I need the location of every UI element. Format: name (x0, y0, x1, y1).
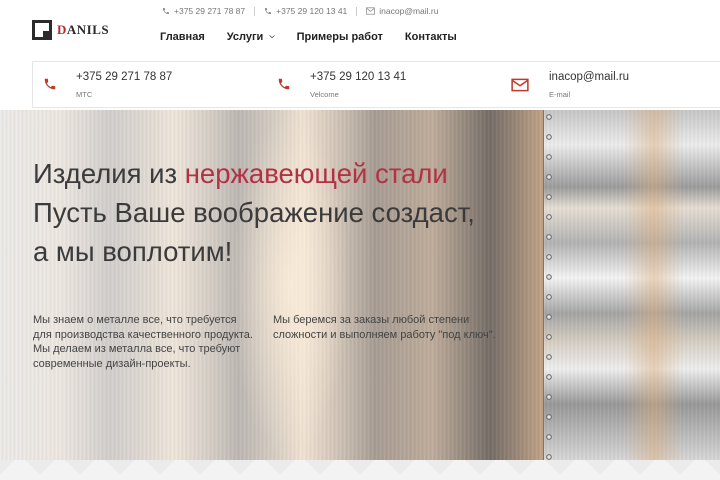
chevron-down-icon: ⌵ (269, 33, 275, 40)
hero-title-highlight: нержавеющей стали (184, 158, 448, 189)
rivets-decoration (544, 112, 554, 460)
mail-icon (511, 78, 529, 92)
topbar-email-text: inacop@mail.ru (379, 6, 439, 16)
mail-icon (366, 7, 376, 15)
bottom-pattern-strip (0, 460, 720, 480)
hero-paragraph-2: Мы беремся за заказы любой степени сложн… (273, 314, 496, 341)
contact-value: +375 29 271 78 87 (76, 71, 173, 83)
phone-icon (163, 8, 169, 14)
topbar-phone-2-text: +375 29 120 13 41 (276, 6, 348, 16)
nav-item-services[interactable]: Услуги ⌵ (227, 31, 275, 43)
phone-icon (44, 78, 56, 90)
logo-mark-icon (32, 20, 52, 40)
divider (356, 6, 358, 16)
site-header: DANILS +375 29 271 78 87 +375 29 120 13 … (0, 0, 720, 110)
nav-item-portfolio[interactable]: Примеры работ (297, 31, 383, 43)
topbar-phone-2[interactable]: +375 29 120 13 41 (264, 6, 347, 16)
divider (254, 6, 256, 16)
topbar-phone-1-text: +375 29 271 78 87 (174, 6, 246, 16)
nav-item-home[interactable]: Главная (160, 31, 205, 43)
metal-plate-image (543, 110, 720, 460)
contact-label: МТС (76, 90, 93, 99)
hero-banner: Изделия из нержавеющей стали Пусть Ваше … (0, 110, 720, 460)
contact-label: Velcome (310, 90, 339, 99)
topbar-email[interactable]: inacop@mail.ru (366, 6, 438, 16)
hero-paragraph-1: Мы знаем о металле все, что требуется дл… (33, 314, 253, 370)
contact-strip: +375 29 271 78 87 МТС +375 29 120 13 41 … (32, 61, 720, 108)
logo-text: DANILS (57, 22, 110, 37)
contact-label: E-mail (549, 90, 571, 99)
contact-value: +375 29 120 13 41 (310, 71, 407, 83)
top-contact-bar: +375 29 271 78 87 +375 29 120 13 41 inac… (162, 6, 438, 16)
topbar-phone-1[interactable]: +375 29 271 78 87 (162, 6, 245, 16)
main-nav: Главная Услуги ⌵ Примеры работ Контакты (160, 31, 479, 43)
phone-icon (278, 78, 290, 90)
contact-value: inacop@mail.ru (549, 71, 630, 83)
hero-title: Изделия из нержавеющей стали Пусть Ваше … (33, 158, 475, 267)
phone-icon (265, 8, 272, 14)
logo[interactable]: DANILS (32, 20, 109, 40)
nav-item-contacts[interactable]: Контакты (405, 31, 457, 43)
